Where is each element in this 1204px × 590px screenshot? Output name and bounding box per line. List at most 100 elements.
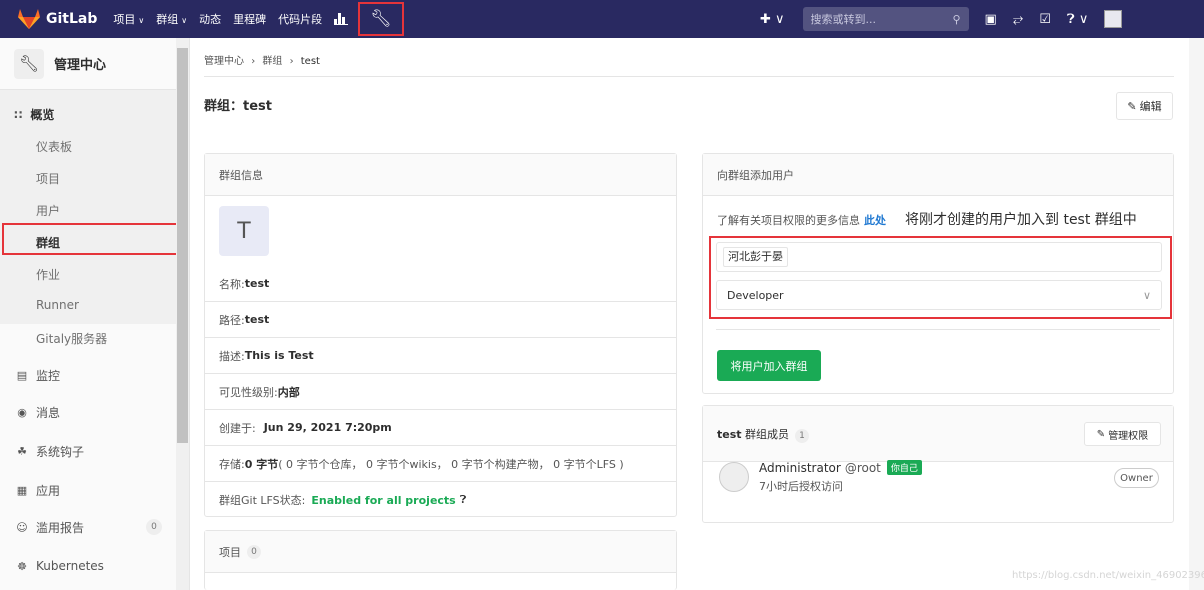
members-header: test 群组成员 1 ✎ 管理权限 (703, 406, 1173, 462)
storage-detail: ( 0 字节个仓库， 0 字节个wikis， 0 字节个构建产物， 0 字节个L… (278, 457, 624, 471)
group-info-header: 群组信息 (205, 154, 676, 196)
name-value: test (244, 277, 270, 290)
name-label: 名称: (219, 277, 245, 291)
add-user-card: 向群组添加用户 了解有关项目权限的更多信息 此处 将刚才创建的用户加入到 test… (702, 153, 1174, 394)
storage-label: 存储: (219, 457, 245, 471)
user-select-input[interactable]: 河北彭于晏 (716, 242, 1162, 272)
breadcrumb: 管理中心 › 群组 › test (204, 52, 320, 67)
sidebar: 🔧︎ 管理中心 ∷ 概览 仪表板 项目 用户 群组 作业 Runner Gital… (0, 38, 190, 590)
add-to-group-button[interactable]: 将用户加入群组 (717, 350, 821, 381)
members-group-name: test (717, 428, 742, 441)
path-label: 路径: (219, 313, 245, 327)
nav-projects[interactable]: 项目 ∨ (113, 11, 144, 27)
nav-activity[interactable]: 动态 (199, 11, 221, 27)
selected-user-token[interactable]: 河北彭于晏 (723, 247, 788, 267)
issues-icon[interactable]: ▣ (985, 12, 997, 27)
nav-projects-label: 项目 (113, 13, 136, 26)
sidebar-header[interactable]: 🔧︎ 管理中心 (0, 38, 176, 90)
breadcrumb-admin[interactable]: 管理中心 (204, 56, 244, 67)
hook-icon: ☘ (17, 444, 27, 458)
sidebar-item-runner[interactable]: Runner (36, 298, 79, 312)
form-divider (716, 329, 1160, 330)
created-value: Jun 29, 2021 7:20pm (263, 421, 392, 434)
page-scrollbar[interactable] (1189, 38, 1204, 590)
sidebar-item-jobs[interactable]: 作业 (36, 266, 60, 283)
group-info-card: 群组信息 T 名称: test 路径: test 描述: This is Tes… (204, 153, 677, 517)
help-text: 了解有关项目权限的更多信息 (717, 214, 860, 227)
created-label: 创建于: (219, 421, 256, 435)
sidebar-item-abuse-reports[interactable]: ☺ 滥用报告 0 (0, 515, 176, 539)
group-created-row: 创建于: Jun 29, 2021 7:20pm (205, 410, 676, 446)
merge-request-icon[interactable]: ⥂ (1013, 12, 1023, 27)
permissions-help: 了解有关项目权限的更多信息 此处 (717, 212, 886, 228)
sidebar-item-users[interactable]: 用户 (36, 202, 60, 219)
help-icon[interactable]: ❓︎ ∨ (1067, 12, 1088, 27)
nav-snippets[interactable]: 代码片段 (278, 11, 322, 27)
plus-icon[interactable]: ✚ ∨ (760, 12, 785, 27)
path-value: test (244, 313, 270, 326)
search-placeholder: 搜索或转到... (810, 13, 877, 26)
main-content: 管理中心 › 群组 › test 群组：test ✎ 编辑 群组信息 T 名称: … (190, 38, 1204, 590)
projects-count: 0 (247, 544, 261, 559)
sidebar-label-kubernetes: Kubernetes (36, 559, 104, 573)
breadcrumb-separator: › (289, 56, 294, 67)
smiley-icon: ☺ (16, 520, 28, 534)
sidebar-item-monitoring[interactable]: ▤ 监控 (0, 363, 176, 387)
manage-label: 管理权限 (1108, 430, 1149, 442)
sidebar-item-overview: ∷ 概览 仪表板 项目 用户 群组 作业 Runner Gitaly服务器 (0, 90, 176, 346)
manage-access-button[interactable]: ✎ 管理权限 (1084, 422, 1161, 446)
members-label: 群组成员 (745, 428, 790, 441)
visibility-value: 内部 (277, 385, 300, 399)
sidebar-scroll-thumb[interactable] (177, 48, 188, 443)
role-badge: Owner (1114, 468, 1159, 488)
user-avatar[interactable] (1104, 10, 1123, 28)
breadcrumb-groups[interactable]: 群组 (262, 56, 282, 67)
edit-label: 编辑 (1139, 100, 1162, 113)
group-storage-row: 存储: 0 字节 ( 0 字节个仓库， 0 字节个wikis， 0 字节个构建产… (205, 446, 676, 482)
chevron-down-icon: ∨ (138, 16, 145, 25)
nav-groups[interactable]: 群组 ∨ (156, 11, 187, 27)
projects-card: 项目 0 (204, 530, 677, 590)
desc-label: 描述: (219, 349, 245, 363)
group-lfs-row: 群组Git LFS状态: Enabled for all projects ❓︎ (205, 482, 676, 518)
sidebar-item-dashboard[interactable]: 仪表板 (36, 138, 72, 155)
sidebar-item-projects[interactable]: 项目 (36, 170, 60, 187)
sidebar-label-system-hooks: 系统钩子 (36, 444, 85, 459)
search-input[interactable]: 搜索或转到... ⚲ (802, 7, 969, 31)
sidebar-item-kubernetes[interactable]: ☸ Kubernetes (0, 554, 176, 578)
chevron-down-icon: ∨ (181, 16, 188, 25)
abuse-count-badge: 0 (146, 519, 162, 535)
edit-icon: ✎ (1127, 99, 1137, 113)
edit-button[interactable]: ✎ 编辑 (1116, 92, 1173, 120)
breadcrumb-current[interactable]: test (301, 56, 320, 67)
broadcast-icon: ◉ (17, 405, 27, 419)
sidebar-label-abuse-reports: 滥用报告 (36, 520, 85, 535)
visibility-label: 可见性级别: (219, 385, 278, 399)
sidebar-item-system-hooks[interactable]: ☘ 系统钩子 (0, 439, 176, 463)
sidebar-overview-label: 概览 (30, 108, 55, 122)
wrench-icon[interactable]: 🔧︎ (358, 2, 405, 36)
members-count: 1 (795, 429, 810, 443)
sidebar-overview-title[interactable]: ∷ 概览 (14, 106, 54, 123)
nav-groups-label: 群组 (156, 13, 179, 26)
sidebar-item-messages[interactable]: ◉ 消息 (0, 400, 176, 424)
projects-label: 项目 (219, 545, 241, 559)
sidebar-title: 管理中心 (54, 58, 107, 73)
permissions-link[interactable]: 此处 (864, 214, 886, 227)
grid-icon: ∷ (14, 107, 23, 122)
question-icon[interactable]: ❓︎ (460, 493, 467, 507)
brand-name: GitLab (46, 11, 98, 27)
role-select[interactable]: Developer ∨ (716, 280, 1162, 310)
sidebar-item-gitaly[interactable]: Gitaly服务器 (36, 330, 107, 347)
chevron-down-icon: ∨ (1142, 288, 1151, 302)
tanuki-icon (18, 9, 40, 29)
sidebar-scrollbar[interactable] (176, 38, 189, 590)
group-desc-row: 描述: This is Test (205, 338, 676, 374)
sidebar-item-applications[interactable]: ▦ 应用 (0, 478, 176, 502)
member-display-name[interactable]: Administrator (759, 461, 841, 475)
gitlab-logo[interactable]: GitLab (18, 9, 97, 29)
nav-milestones[interactable]: 里程碑 (233, 11, 266, 27)
chart-icon[interactable] (334, 13, 349, 25)
todo-icon[interactable]: ☑ (1039, 12, 1051, 27)
watermark: https://blog.csdn.net/weixin_46902396 (1012, 570, 1204, 581)
